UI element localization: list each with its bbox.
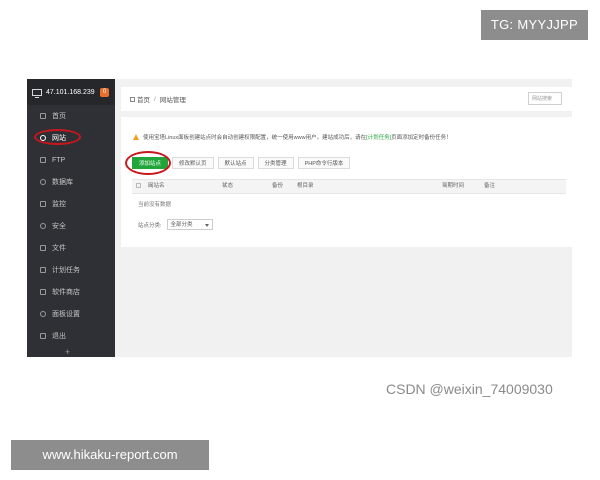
sidebar-item-label: 面板设置: [52, 311, 80, 318]
shield-icon: [40, 223, 46, 229]
sort-icon: ▲: [148, 183, 154, 189]
calendar-icon: [40, 267, 46, 273]
site-banner: www.hikaku-report.com: [11, 440, 209, 470]
sidebar-item-store[interactable]: 软件商店: [27, 281, 115, 303]
sidebar-item-label: 文件: [52, 245, 66, 252]
sidebar-item-ftp[interactable]: FTP: [27, 149, 115, 171]
modify-default-page-button[interactable]: 修改默认页: [172, 157, 214, 169]
sidebar-item-security[interactable]: 安全: [27, 215, 115, 237]
site-category-filter: 站点分类: 全部分类: [138, 219, 213, 230]
notice-bar: 使用宝塔Linux面板创建站点时会自动创建权限配置，统一使用www用户。建站成功…: [133, 133, 452, 141]
sidebar-item-label: 计划任务: [52, 267, 80, 274]
sidebar-item-logout[interactable]: 退出: [27, 325, 115, 347]
breadcrumb-home[interactable]: 首页: [137, 94, 150, 104]
highlight-circle-annotation: [125, 151, 171, 175]
breadcrumb-separator: /: [154, 95, 156, 103]
sidebar-item-database[interactable]: 数据库: [27, 171, 115, 193]
col-root-dir: 根目录: [297, 183, 314, 189]
highlight-oval-annotation: [34, 129, 81, 145]
category-manage-button[interactable]: 分类管理: [257, 157, 294, 169]
cron-link[interactable]: [计划任务]: [366, 135, 391, 141]
store-icon: [40, 289, 46, 295]
breadcrumb-current: 网站管理: [159, 97, 186, 104]
monitor-icon: [40, 201, 46, 207]
sidebar-item-cron[interactable]: 计划任务: [27, 259, 115, 281]
tg-badge: TG: MYYJJPP: [480, 10, 588, 40]
monitor-icon: [32, 88, 42, 98]
plus-icon[interactable]: +: [65, 347, 70, 357]
sidebar-item-label: 首页: [52, 113, 66, 120]
home-icon: [130, 96, 135, 102]
notification-badge[interactable]: 0: [100, 87, 109, 97]
server-ip-bar: 47.101.168.239 0: [27, 79, 115, 105]
sidebar-item-website[interactable]: 网站: [27, 127, 115, 149]
default-site-button[interactable]: 默认站点: [217, 157, 254, 169]
sidebar-item-label: 退出: [52, 333, 66, 340]
home-icon: [40, 113, 46, 119]
php-cli-version-button[interactable]: PHP命令行版本: [297, 157, 351, 169]
logout-icon: [40, 333, 46, 339]
csdn-watermark: CSDN @weixin_74009030: [386, 381, 553, 397]
sidebar-item-settings[interactable]: 面板设置: [27, 303, 115, 325]
empty-table-message: 当前没有数据: [138, 202, 172, 208]
notice-text-after: 页面添加定时备份任务！: [391, 135, 452, 141]
warning-icon: [133, 134, 139, 140]
server-ip: 47.101.168.239: [46, 88, 95, 96]
sidebar-item-label: 软件商店: [52, 289, 80, 296]
ftp-icon: [40, 157, 46, 163]
sort-icon: ▲: [222, 183, 228, 189]
site-panel: 使用宝塔Linux面板创建站点时会自动创建权限配置，统一使用www用户。建站成功…: [121, 117, 572, 247]
breadcrumb: 首页 / 网站管理 网站搜索: [121, 87, 572, 111]
site-search-input[interactable]: 网站搜索: [528, 92, 562, 105]
category-label: 站点分类:: [138, 222, 162, 229]
sidebar: 47.101.168.239 0 首页 网站 FTP 数据库 监控 安全 文件 …: [27, 79, 115, 357]
sidebar-item-files[interactable]: 文件: [27, 237, 115, 259]
sidebar-item-label: 监控: [52, 201, 66, 208]
main-content: 首页 / 网站管理 网站搜索 使用宝塔Linux面板创建站点时会自动创建权限配置…: [115, 79, 572, 357]
panel-screenshot: 47.101.168.239 0 首页 网站 FTP 数据库 监控 安全 文件 …: [27, 79, 572, 357]
sidebar-item-label: 安全: [52, 223, 66, 230]
select-all-checkbox[interactable]: [136, 183, 141, 188]
sidebar-item-home[interactable]: 首页: [27, 105, 115, 127]
table-header: 网站名 ▲ 状态 ▲ 备份 根目录 到期时间 ▲ 备注: [132, 179, 566, 194]
notice-text: 使用宝塔Linux面板创建站点时会自动创建权限配置，统一使用www用户。建站成功…: [143, 133, 452, 141]
col-backup: 备份: [272, 183, 284, 189]
sidebar-item-label: FTP: [52, 156, 66, 164]
notice-text-before: 使用宝塔Linux面板创建站点时会自动创建权限配置，统一使用www用户。建站成功…: [143, 135, 367, 141]
sort-icon: ▲: [442, 183, 448, 189]
category-select[interactable]: 全部分类: [166, 219, 213, 230]
sidebar-item-label: 数据库: [52, 179, 73, 186]
col-remark: 备注: [484, 183, 496, 189]
gear-icon: [40, 311, 46, 317]
folder-icon: [40, 245, 46, 251]
sidebar-item-monitor[interactable]: 监控: [27, 193, 115, 215]
database-icon: [40, 179, 46, 185]
